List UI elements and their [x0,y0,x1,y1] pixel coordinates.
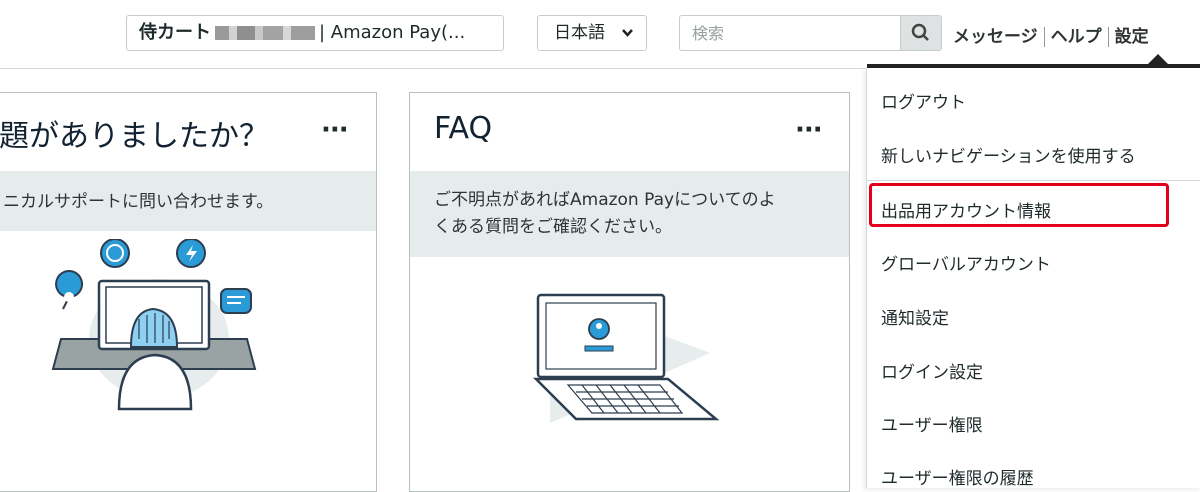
more-options-icon[interactable]: ··· [321,115,349,145]
faq-illustration [510,273,750,457]
menu-item-notification-settings[interactable]: 通知設定 [881,304,949,329]
account-suffix: | Amazon Pay(... [319,22,466,43]
card-description: ご不明点があればAmazon Payについてのよ くある質問をご確認ください。 [410,171,849,257]
menu-item-global-account[interactable]: グローバルアカウント [881,250,1051,275]
description-line: くある質問をご確認ください。 [434,217,672,237]
menu-caret-icon [1148,54,1168,64]
menu-item-login-settings[interactable]: ログイン設定 [881,358,983,383]
account-name: 侍カート [139,22,211,43]
card-title: 題がありましたか？ [0,119,269,154]
redacted-text [215,26,315,40]
search-input[interactable] [680,16,895,50]
top-navigation-bar: 侍カート | Amazon Pay(... 日本語 メッセージヘルプ設定 [0,0,1200,69]
support-card: 題がありましたか？ ··· ニカルサポートに問い合わせます。 [0,92,377,492]
divider [1107,27,1109,47]
search-field [679,15,942,51]
card-title: FAQ [434,111,493,146]
search-button[interactable] [900,16,941,50]
language-label: 日本語 [554,23,605,43]
support-illustration [49,238,289,433]
settings-dropdown-menu: ログアウト 新しいナビゲーションを使用する 出品用アカウント情報 グローバルアカ… [866,68,1200,489]
language-selector[interactable]: 日本語 [537,15,647,51]
help-link[interactable]: ヘルプ [1051,27,1102,47]
faq-card: FAQ ··· ご不明点があればAmazon Payについてのよ くある質問をご… [409,92,850,492]
menu-item-permission-history[interactable]: ユーザー権限の履歴 [881,464,1034,489]
menu-item-logout[interactable]: ログアウト [881,88,966,113]
highlight-box [869,183,1169,227]
menu-item-user-permissions[interactable]: ユーザー権限 [881,411,983,436]
menu-item-new-navigation[interactable]: 新しいナビゲーションを使用する [881,142,1136,167]
card-description: ニカルサポートに問い合わせます。 [0,171,376,231]
settings-link[interactable]: 設定 [1115,27,1149,47]
chevron-down-icon [621,16,634,64]
search-icon [901,23,941,50]
messages-link[interactable]: メッセージ [953,27,1038,47]
description-line: ご不明点があればAmazon Payについてのよ [434,190,776,210]
divider [1043,27,1045,47]
header-links: メッセージ ヘルプ 設定 [953,22,1149,47]
account-selector[interactable]: 侍カート | Amazon Pay(... [126,15,504,51]
menu-divider [867,180,1200,181]
more-options-icon[interactable]: ··· [795,115,823,145]
